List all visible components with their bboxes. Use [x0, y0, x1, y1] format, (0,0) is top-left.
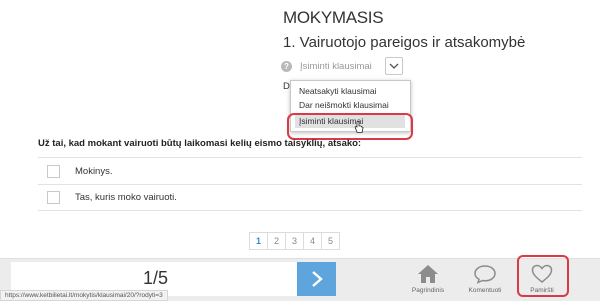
answer-checkbox[interactable] — [47, 191, 60, 204]
next-question-button[interactable] — [297, 262, 336, 296]
page-subtitle: 1. Vairuotojo pareigos ir atsakomybė — [283, 34, 526, 51]
hand-cursor-icon — [354, 121, 364, 133]
comment-icon — [474, 265, 496, 284]
dropdown-option-not-learned[interactable]: Dar neišmokti klausimai — [299, 100, 389, 110]
annotation-highlight-forget — [517, 255, 569, 297]
question-counter: 1/5 — [143, 268, 169, 288]
answer-text: Tas, kuris moko vairuoti. — [75, 192, 177, 203]
filter-selected-value[interactable]: Įsiminti klausimai — [300, 61, 372, 72]
page-button-4[interactable]: 4 — [303, 232, 322, 250]
help-icon[interactable]: ? — [281, 60, 292, 72]
pagination: 1 2 3 4 5 — [249, 232, 340, 250]
question-filter[interactable]: ? Įsiminti klausimai — [281, 57, 403, 75]
page-button-5[interactable]: 5 — [321, 232, 340, 250]
question-text: Už tai, kad mokant vairuoti būtų laikoma… — [38, 138, 362, 149]
nav-home-button[interactable]: Pagrindinis — [400, 262, 456, 298]
page-title: MOKYMASIS — [283, 8, 384, 27]
answer-option[interactable]: Mokinys. — [38, 157, 582, 184]
annotation-highlight-option — [287, 113, 413, 140]
page-button-3[interactable]: 3 — [285, 232, 304, 250]
answer-text: Mokinys. — [75, 165, 113, 177]
dropdown-option-unanswered[interactable]: Neatsakyti klausimai — [299, 86, 376, 96]
status-bar-url: https://www.ketbilietai.lt/mokytis/klaus… — [0, 290, 168, 301]
answer-option[interactable]: Tas, kuris moko vairuoti. — [38, 184, 582, 211]
filter-dropdown-toggle[interactable] — [385, 57, 403, 75]
nav-home-label: Pagrindinis — [411, 287, 445, 294]
nav-comment-button[interactable]: Komentuoti — [457, 262, 513, 298]
home-icon — [418, 265, 438, 283]
nav-comment-label: Komentuoti — [468, 287, 502, 294]
page-button-2[interactable]: 2 — [267, 232, 286, 250]
page-button-1[interactable]: 1 — [249, 232, 268, 250]
answer-list: Mokinys. Tas, kuris moko vairuoti. — [38, 157, 582, 211]
chevron-right-icon — [311, 271, 323, 287]
chevron-down-icon — [389, 63, 399, 69]
answer-checkbox[interactable] — [47, 164, 60, 178]
